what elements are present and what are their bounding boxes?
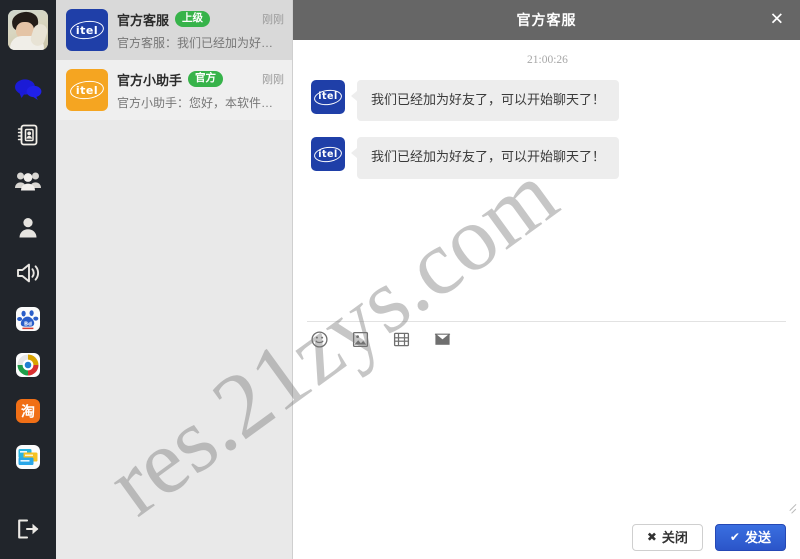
avatar-text: itel <box>318 148 338 160</box>
message-avatar[interactable]: itel <box>311 80 345 114</box>
contact-header-row: 官方小助手 官方 刚刚 <box>117 70 284 89</box>
contact-avatar: itel <box>66 9 108 51</box>
message-timestamp: 21:00:26 <box>527 54 568 66</box>
logout-arrow-icon <box>15 518 41 545</box>
message-bubble: 我们已经加为好友了，可以开始聊天了！ <box>350 137 620 179</box>
rail-item-contacts[interactable] <box>0 112 56 158</box>
rail-item-profile[interactable] <box>0 204 56 250</box>
contact-badge: 上级 <box>175 11 211 27</box>
logout-button[interactable] <box>0 518 56 545</box>
message-bubble: 我们已经加为好友了，可以开始聊天了！ <box>350 80 620 122</box>
browser-app-icon <box>16 353 40 377</box>
toolbar-file[interactable] <box>434 332 451 352</box>
contact-badge: 官方 <box>188 71 224 87</box>
rail-item-groups[interactable] <box>0 158 56 204</box>
contact-snippet: 官方客服：我们已经加为好友了… <box>117 35 284 50</box>
rail-item-cards[interactable] <box>0 434 56 480</box>
avatar-text: itel <box>318 91 338 103</box>
send-button[interactable]: ✔ 发送 <box>714 523 786 551</box>
close-button[interactable]: ✖ 关闭 <box>631 523 703 551</box>
page-title: 官方客服 <box>516 12 577 28</box>
contact-list-item-1[interactable]: itel 官方小助手 官方 刚刚 官方小助手：您好，本软件正在… <box>56 60 292 120</box>
svg-text:Bd: Bd <box>24 321 32 327</box>
person-icon <box>17 216 39 239</box>
contact-body: 官方小助手 官方 刚刚 官方小助手：您好，本软件正在… <box>117 70 284 111</box>
taobao-app-icon: 淘 <box>16 399 40 423</box>
rail-item-taobao[interactable]: 淘 <box>0 388 56 434</box>
composer-toolbar <box>293 322 800 362</box>
toolbar-video[interactable] <box>393 331 410 353</box>
rail-item-browser[interactable] <box>0 342 56 388</box>
emoji-smiley-icon <box>311 331 328 353</box>
speaker-megaphone-icon <box>15 261 41 285</box>
chat-bubbles-icon <box>14 77 42 101</box>
contact-header-row: 官方客服 上级 刚刚 <box>117 10 284 29</box>
address-book-icon <box>16 123 40 147</box>
chat-titlebar: 官方客服 ✕ <box>293 0 800 40</box>
message-avatar[interactable]: itel <box>311 137 345 172</box>
contact-snippet: 官方小助手：您好，本软件正在… <box>117 95 284 110</box>
close-glyph-icon: ✖ <box>646 530 657 544</box>
contact-avatar: itel <box>66 69 108 111</box>
chat-panel: 官方客服 ✕ 21:00:26 itel 我们已经加为好友了，可以开始聊天了！ <box>293 0 800 559</box>
itel-logo-icon: itel <box>69 78 105 102</box>
itel-logo-icon: itel <box>313 145 343 164</box>
rail-item-chat[interactable] <box>0 66 56 112</box>
contact-list-item-0[interactable]: itel 官方客服 上级 刚刚 官方客服：我们已经加为好友了… <box>56 0 292 60</box>
rail-item-announcements[interactable] <box>0 250 56 296</box>
close-button-label: 关闭 <box>661 529 688 545</box>
contact-list-panel: itel 官方客服 上级 刚刚 官方客服：我们已经加为好友了… itel 官方小… <box>56 0 293 559</box>
composer-footer: ✖ 关闭 ✔ 发送 <box>293 515 800 559</box>
contact-body: 官方客服 上级 刚刚 官方客服：我们已经加为好友了… <box>117 10 284 51</box>
contact-name: 官方小助手 <box>117 72 183 88</box>
avatar-text: itel <box>75 83 99 97</box>
image-picture-icon <box>352 331 369 353</box>
check-glyph-icon: ✔ <box>729 530 740 544</box>
contact-name: 官方客服 <box>117 12 170 28</box>
send-button-label: 发送 <box>744 529 771 545</box>
toolbar-image[interactable] <box>352 331 369 353</box>
resize-handle[interactable] <box>786 503 797 517</box>
video-film-icon <box>393 331 410 353</box>
message-row: itel 我们已经加为好友了，可以开始聊天了！ <box>311 80 784 122</box>
message-row: itel 我们已经加为好友了，可以开始聊天了！ <box>311 137 784 179</box>
contact-time: 刚刚 <box>262 74 284 86</box>
contact-time: 刚刚 <box>262 14 284 26</box>
toolbar-emoji[interactable] <box>311 331 328 353</box>
rail-item-baidu[interactable]: Bd <box>0 296 56 342</box>
envelope-mail-icon <box>434 332 451 352</box>
cards-app-icon <box>16 445 40 469</box>
message-list: 21:00:26 itel 我们已经加为好友了，可以开始聊天了！ itel 我们… <box>293 40 800 321</box>
baidu-app-icon: Bd <box>16 307 40 331</box>
itel-logo-icon: itel <box>69 18 105 42</box>
svg-text:淘: 淘 <box>21 404 35 421</box>
chat-application-window: Bd 淘 itel 官方客服 上级 刚刚 官方客服：我们已经加为好友了… ite… <box>0 0 800 559</box>
user-photo-avatar[interactable] <box>8 10 48 50</box>
itel-logo-icon: itel <box>313 87 343 107</box>
group-people-icon <box>14 170 42 192</box>
avatar-text: itel <box>75 23 99 37</box>
close-icon[interactable]: ✕ <box>770 11 784 29</box>
left-nav-rail: Bd 淘 <box>0 0 56 559</box>
message-input[interactable] <box>293 361 800 515</box>
rail-icon-list: Bd 淘 <box>0 66 56 480</box>
